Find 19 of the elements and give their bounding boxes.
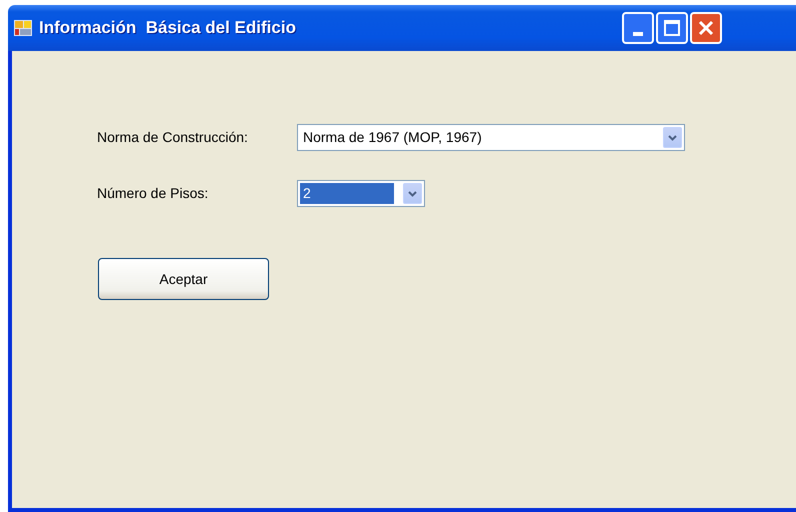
minimize-icon	[632, 32, 643, 36]
minimize-button[interactable]	[622, 12, 654, 44]
accept-button[interactable]: Aceptar	[98, 258, 269, 300]
dropdown-value: 2	[300, 183, 394, 204]
maximize-icon	[664, 20, 680, 36]
caret-icon	[408, 190, 417, 196]
dropdown[interactable]: 2	[297, 180, 425, 207]
caret-icon	[668, 134, 677, 140]
app-icon	[14, 20, 32, 36]
dropdown-arrow-button[interactable]	[403, 183, 422, 204]
close-icon	[698, 20, 714, 36]
field-label: Norma de Construcción:	[97, 128, 249, 147]
maximize-button[interactable]	[656, 12, 688, 44]
dropdown-arrow-button[interactable]	[663, 127, 682, 148]
close-button[interactable]	[690, 12, 722, 44]
dropdown-value: Norma de 1967 (MOP, 1967)	[302, 128, 483, 147]
field-label: Número de Pisos:	[97, 184, 210, 203]
dropdown[interactable]: Norma de 1967 (MOP, 1967)	[297, 124, 685, 151]
window-title: Información Básica del Edificio	[39, 17, 296, 40]
